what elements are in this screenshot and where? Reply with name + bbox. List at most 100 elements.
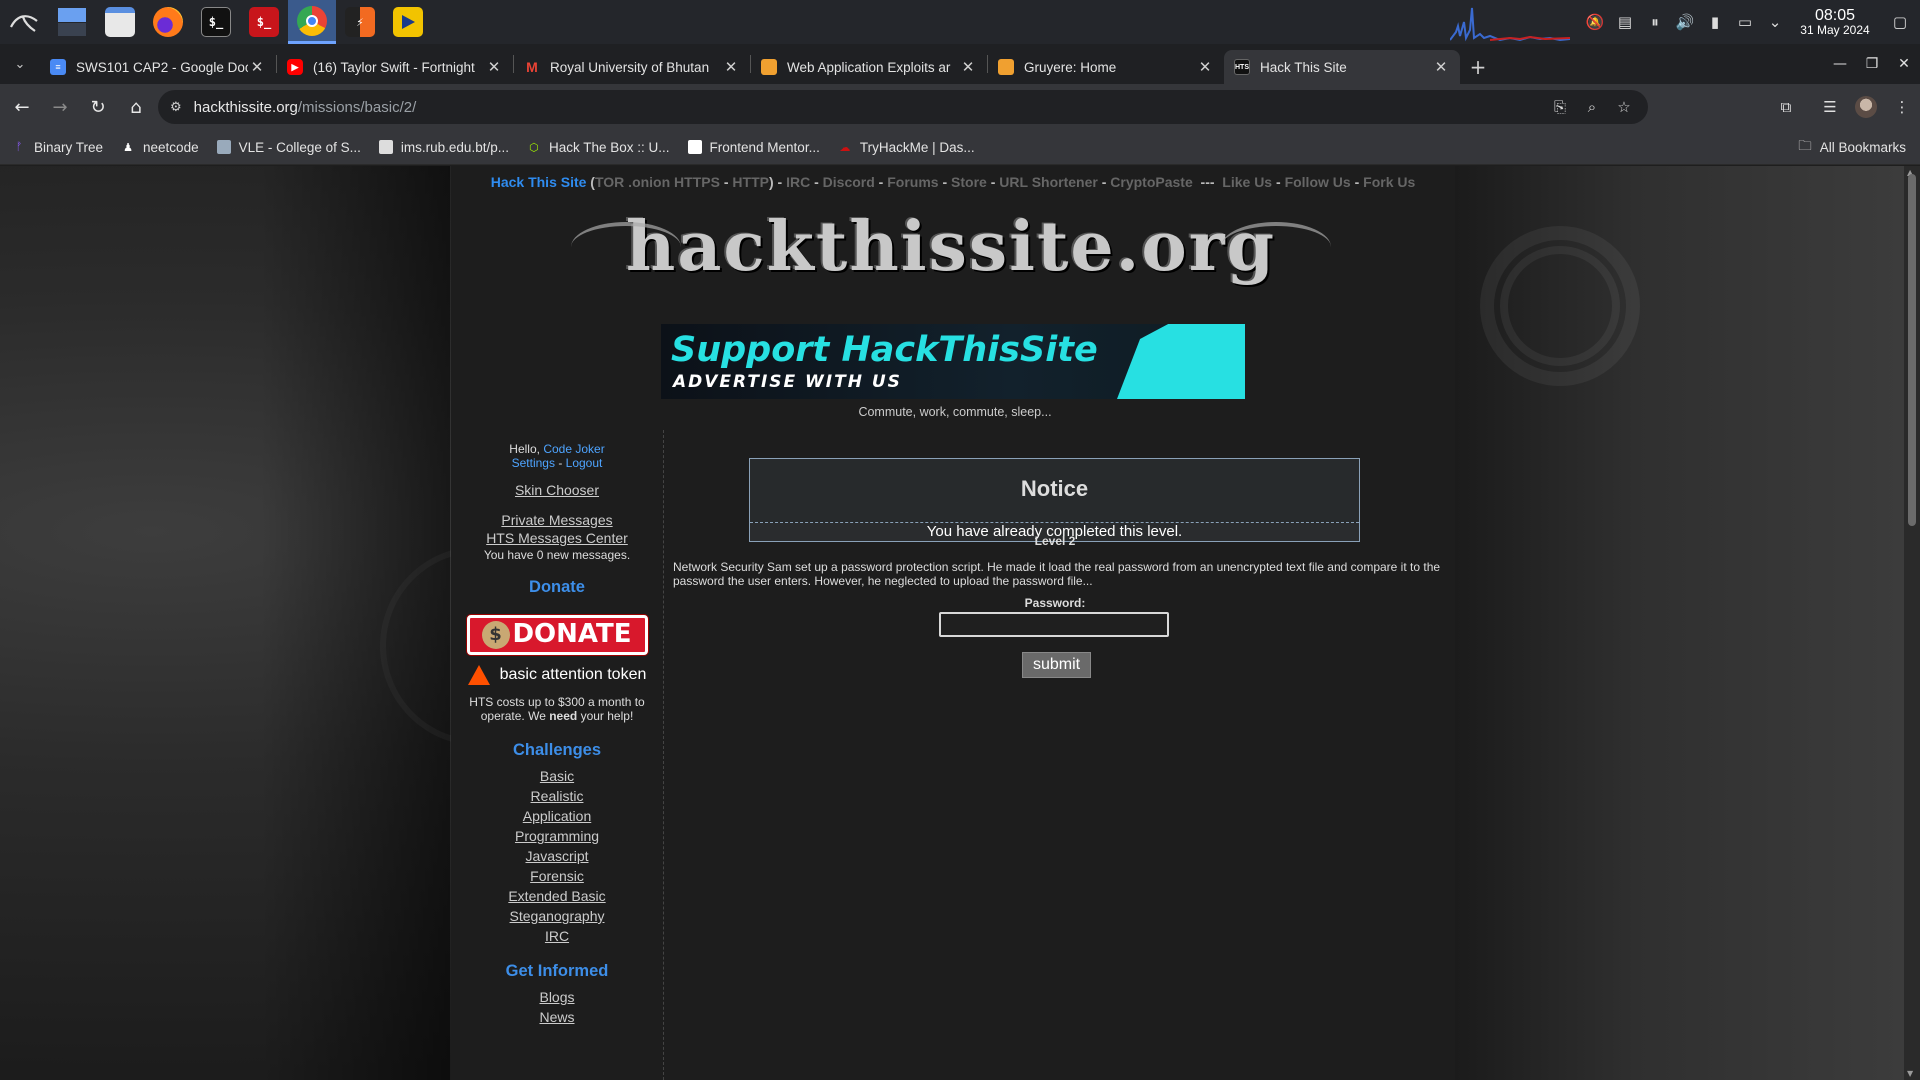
new-tab-button[interactable]: + bbox=[1460, 50, 1496, 84]
profile-avatar[interactable] bbox=[1848, 89, 1884, 125]
bookmark-tryhackme[interactable]: ☁ TryHackMe | Das... bbox=[838, 140, 974, 155]
file-manager-icon[interactable] bbox=[96, 0, 144, 44]
http-link[interactable]: HTTP bbox=[732, 174, 769, 190]
challenge-basic-link[interactable]: Basic bbox=[540, 768, 574, 784]
bookmark-hack-the-box[interactable]: ⬡ Hack The Box :: U... bbox=[527, 140, 669, 155]
password-input[interactable] bbox=[939, 612, 1169, 637]
tab-gmail[interactable]: M Royal University of Bhutan ✕ bbox=[514, 50, 750, 84]
notifications-off-icon[interactable]: 🔕 bbox=[1580, 0, 1610, 44]
clipboard-icon[interactable]: ▤ bbox=[1610, 0, 1640, 44]
new-messages-text: You have 0 new messages. bbox=[483, 548, 631, 562]
challenge-javascript-link[interactable]: Javascript bbox=[525, 848, 588, 864]
store-link[interactable]: Store bbox=[951, 174, 987, 190]
restore-icon[interactable]: ❐ bbox=[1856, 44, 1888, 84]
irc-link[interactable]: IRC bbox=[786, 174, 810, 190]
follow-us-link[interactable]: Follow Us bbox=[1285, 174, 1351, 190]
bat-link[interactable]: basic attention token bbox=[451, 665, 663, 685]
cryptopaste-link[interactable]: CryptoPaste bbox=[1110, 174, 1192, 190]
close-window-icon[interactable]: ✕ bbox=[1888, 44, 1920, 84]
private-messages-link[interactable]: Private Messages bbox=[501, 512, 612, 528]
challenge-steganography-link[interactable]: Steganography bbox=[510, 908, 605, 924]
tab-hack-this-site[interactable]: HTS Hack This Site ✕ bbox=[1224, 50, 1460, 84]
site-info-icon[interactable]: ⚙ bbox=[170, 100, 182, 115]
terminal-icon[interactable]: $_ bbox=[192, 0, 240, 44]
bookmark-frontend-mentor[interactable]: Frontend Mentor... bbox=[687, 140, 820, 155]
close-icon[interactable]: ✕ bbox=[959, 58, 977, 76]
fork-us-link[interactable]: Fork Us bbox=[1363, 174, 1415, 190]
page-scrollbar[interactable]: ▲ ▼ bbox=[1904, 166, 1920, 1080]
forward-icon[interactable]: → bbox=[42, 89, 78, 125]
tab-gruyere-home[interactable]: Gruyere: Home ✕ bbox=[988, 50, 1224, 84]
display-icon[interactable]: ▭ bbox=[1730, 0, 1760, 44]
close-icon[interactable]: ✕ bbox=[248, 58, 266, 76]
zoom-icon[interactable]: ⌕ bbox=[1576, 98, 1608, 116]
burpsuite-icon[interactable]: ⚡ bbox=[336, 0, 384, 44]
bookmark-vle[interactable]: VLE - College of S... bbox=[216, 140, 361, 155]
battery-icon[interactable]: ▮ bbox=[1700, 0, 1730, 44]
messages-center-link[interactable]: HTS Messages Center bbox=[486, 530, 628, 546]
url-text[interactable]: hackthissite.org/missions/basic/2/ bbox=[194, 99, 417, 116]
brand-link[interactable]: Hack This Site bbox=[491, 174, 587, 190]
firefox-icon[interactable] bbox=[144, 0, 192, 44]
media-controls-icon[interactable]: ☰ bbox=[1812, 89, 1848, 125]
submit-button[interactable]: submit bbox=[1022, 652, 1091, 678]
tab-youtube[interactable]: ▶ (16) Taylor Swift - Fortnight ✕ bbox=[277, 50, 513, 84]
challenge-programming-link[interactable]: Programming bbox=[515, 828, 599, 844]
skin-chooser-link[interactable]: Skin Chooser bbox=[515, 482, 599, 498]
menu-icon[interactable]: ⋮ bbox=[1884, 89, 1920, 125]
tor-link[interactable]: TOR .onion HTTPS bbox=[595, 174, 720, 190]
all-bookmarks[interactable]: 🗀 All Bookmarks bbox=[1798, 130, 1906, 165]
show-desktop-icon[interactable]: ▢ bbox=[1880, 0, 1920, 44]
media-player-icon[interactable] bbox=[384, 0, 432, 44]
pause-icon[interactable]: ⏸ bbox=[1640, 0, 1670, 44]
chrome-icon[interactable] bbox=[288, 0, 336, 44]
close-icon[interactable]: ✕ bbox=[485, 58, 503, 76]
extensions-icon[interactable]: ⧉ bbox=[1768, 89, 1804, 125]
settings-link[interactable]: Settings bbox=[512, 456, 555, 470]
bookmark-star-icon[interactable]: ☆ bbox=[1608, 98, 1640, 116]
back-icon[interactable]: ← bbox=[4, 89, 40, 125]
bookmark-neetcode[interactable]: ♟ neetcode bbox=[121, 140, 199, 155]
forums-link[interactable]: Forums bbox=[887, 174, 938, 190]
kali-menu-icon[interactable] bbox=[0, 0, 48, 44]
logout-link[interactable]: Logout bbox=[566, 456, 603, 470]
challenge-forensic-link[interactable]: Forensic bbox=[530, 868, 584, 884]
install-app-icon[interactable]: ⎘ bbox=[1544, 98, 1576, 116]
challenge-extended-basic-link[interactable]: Extended Basic bbox=[508, 888, 605, 904]
workspace-icon[interactable] bbox=[48, 0, 96, 44]
address-bar[interactable]: ⚙ hackthissite.org/missions/basic/2/ ⎘ ⌕… bbox=[158, 90, 1648, 124]
bookmarks-bar: ᚠ Binary Tree ♟ neetcode VLE - College of … bbox=[0, 130, 1920, 165]
bookmark-ims[interactable]: ims.rub.edu.bt/p... bbox=[378, 140, 509, 155]
tab-title: SWS101 CAP2 - Google Doc bbox=[76, 59, 248, 75]
tab-google-doc[interactable]: ≡ SWS101 CAP2 - Google Doc ✕ bbox=[40, 50, 276, 84]
donate-button[interactable]: $ DONATE bbox=[466, 615, 648, 655]
root-terminal-icon[interactable]: $_ bbox=[240, 0, 288, 44]
clock[interactable]: 08:05 31 May 2024 bbox=[1790, 7, 1880, 38]
scroll-down-icon[interactable]: ▼ bbox=[1907, 1069, 1913, 1078]
challenge-realistic-link[interactable]: Realistic bbox=[531, 788, 584, 804]
challenge-irc-link[interactable]: IRC bbox=[545, 928, 569, 944]
close-icon[interactable]: ✕ bbox=[1432, 58, 1450, 76]
close-icon[interactable]: ✕ bbox=[1196, 58, 1214, 76]
advertise-banner[interactable]: Support HackThisSite ADVERTISE WITH US bbox=[661, 324, 1245, 399]
chevron-down-icon[interactable]: ⌄ bbox=[1760, 0, 1790, 44]
scrollbar-thumb[interactable] bbox=[1908, 174, 1916, 526]
discord-link[interactable]: Discord bbox=[823, 174, 875, 190]
like-us-link[interactable]: Like Us bbox=[1222, 174, 1272, 190]
reload-icon[interactable]: ↻ bbox=[80, 89, 116, 125]
username-link[interactable]: Code Joker bbox=[543, 442, 604, 456]
gruyere-icon bbox=[998, 59, 1014, 75]
minimize-icon[interactable]: — bbox=[1824, 44, 1856, 84]
home-icon[interactable]: ⌂ bbox=[118, 89, 154, 125]
challenge-application-link[interactable]: Application bbox=[523, 808, 592, 824]
password-label: Password: bbox=[1024, 596, 1086, 610]
tab-web-exploits[interactable]: Web Application Exploits ar ✕ bbox=[751, 50, 987, 84]
bookmark-binary-tree[interactable]: ᚠ Binary Tree bbox=[12, 140, 103, 155]
close-icon[interactable]: ✕ bbox=[722, 58, 740, 76]
url-shortener-link[interactable]: URL Shortener bbox=[999, 174, 1098, 190]
site-logo[interactable]: hackthissite.org bbox=[571, 202, 1331, 292]
news-link[interactable]: News bbox=[539, 1009, 574, 1025]
blogs-link[interactable]: Blogs bbox=[539, 989, 574, 1005]
volume-icon[interactable]: 🔊 bbox=[1670, 0, 1700, 44]
tab-search-icon[interactable]: ⌄ bbox=[0, 44, 40, 84]
